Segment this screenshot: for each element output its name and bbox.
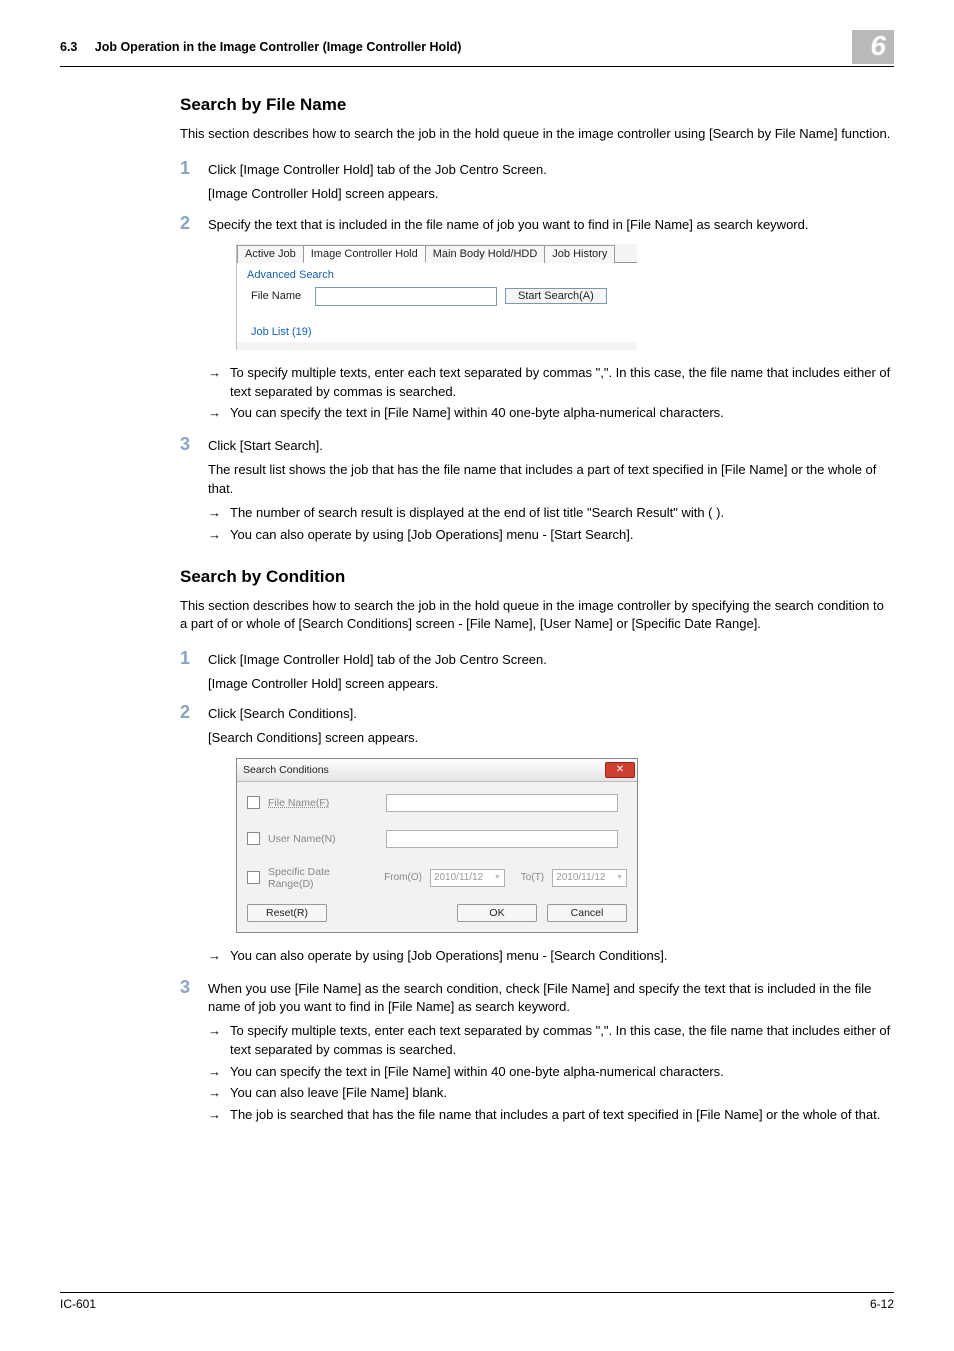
tab-active-job[interactable]: Active Job xyxy=(237,245,304,263)
step1-line: Click [Image Controller Hold] tab of the… xyxy=(208,161,894,179)
section-title: Job Operation in the Image Controller (I… xyxy=(95,40,462,54)
step-number-1: 1 xyxy=(180,159,208,203)
arrow-icon: → xyxy=(208,947,230,966)
reset-button[interactable]: Reset(R) xyxy=(247,904,327,922)
arrow-icon: → xyxy=(208,526,230,545)
step-number-1: 1 xyxy=(180,649,208,693)
arrow-icon: → xyxy=(208,1106,230,1125)
close-icon[interactable]: ✕ xyxy=(605,762,635,778)
step3-line: Click [Start Search]. xyxy=(208,437,894,455)
bullet-text: The number of search result is displayed… xyxy=(230,504,894,523)
step2-line: Specify the text that is included in the… xyxy=(208,216,894,234)
footer-left: IC-601 xyxy=(60,1297,96,1311)
arrow-icon: → xyxy=(208,1022,230,1060)
step2-sub: [Search Conditions] screen appears. xyxy=(208,729,894,747)
arrow-icon: → xyxy=(208,1084,230,1103)
user-name-label: User Name(N) xyxy=(268,833,378,845)
from-date-picker[interactable]: 2010/11/12▼ xyxy=(430,869,505,887)
heading-search-by-condition: Search by Condition xyxy=(180,567,894,587)
file-name-field[interactable] xyxy=(386,794,618,812)
user-name-checkbox[interactable] xyxy=(247,832,260,845)
to-label: To(T) xyxy=(521,872,544,883)
cancel-button[interactable]: Cancel xyxy=(547,904,627,922)
step2-line: Click [Search Conditions]. xyxy=(208,705,894,723)
tab-main-body-hold[interactable]: Main Body Hold/HDD xyxy=(425,245,546,263)
bullet-text: You can also operate by using [Job Opera… xyxy=(230,947,894,966)
advanced-search-screenshot: Active Job Image Controller Hold Main Bo… xyxy=(236,244,637,350)
arrow-icon: → xyxy=(208,404,230,423)
step-number-3: 3 xyxy=(180,435,208,498)
step3-line: When you use [File Name] as the search c… xyxy=(208,980,894,1016)
arrow-icon: → xyxy=(208,1063,230,1082)
footer-right: 6-12 xyxy=(870,1297,894,1311)
search-conditions-screenshot: Search Conditions ✕ File Name(F) User Na… xyxy=(236,758,638,933)
tab-job-history[interactable]: Job History xyxy=(544,245,615,263)
bullet-text: The job is searched that has the file na… xyxy=(230,1106,894,1125)
header-left: 6.3 Job Operation in the Image Controlle… xyxy=(60,40,461,54)
step-number-2: 2 xyxy=(180,703,208,747)
date-range-checkbox[interactable] xyxy=(247,871,260,884)
job-list-label: Job List (19) xyxy=(251,326,627,338)
step1-sub: [Image Controller Hold] screen appears. xyxy=(208,675,894,693)
bullet-text: To specify multiple texts, enter each te… xyxy=(230,1022,894,1060)
chapter-badge: 6 xyxy=(852,30,894,64)
bullet-text: To specify multiple texts, enter each te… xyxy=(230,364,894,402)
from-label: From(O) xyxy=(384,872,422,883)
chevron-down-icon: ▼ xyxy=(494,874,501,881)
heading-search-by-file-name: Search by File Name xyxy=(180,95,894,115)
label-file-name: File Name xyxy=(251,290,307,302)
section-number: 6.3 xyxy=(60,40,77,54)
file-name-checkbox[interactable] xyxy=(247,796,260,809)
step1-line: Click [Image Controller Hold] tab of the… xyxy=(208,651,894,669)
page-header: 6.3 Job Operation in the Image Controlle… xyxy=(60,40,894,67)
ok-button[interactable]: OK xyxy=(457,904,537,922)
bullet-text: You can specify the text in [File Name] … xyxy=(230,404,894,423)
chevron-down-icon: ▼ xyxy=(616,874,623,881)
to-date-picker[interactable]: 2010/11/12▼ xyxy=(552,869,627,887)
arrow-icon: → xyxy=(208,364,230,402)
dialog-title: Search Conditions xyxy=(243,764,329,776)
file-name-input[interactable] xyxy=(315,287,497,306)
step1-sub: [Image Controller Hold] screen appears. xyxy=(208,185,894,203)
intro-text: This section describes how to search the… xyxy=(180,125,894,143)
date-range-label: Specific Date Range(D) xyxy=(268,866,376,890)
step-number-3: 3 xyxy=(180,978,208,1016)
file-name-label: File Name(F) xyxy=(268,797,378,809)
bullet-text: You can specify the text in [File Name] … xyxy=(230,1063,894,1082)
arrow-icon: → xyxy=(208,504,230,523)
tab-image-controller-hold[interactable]: Image Controller Hold xyxy=(303,245,426,263)
step3-sub: The result list shows the job that has t… xyxy=(208,461,894,497)
group-advanced-search: Advanced Search xyxy=(247,269,627,281)
start-search-button[interactable]: Start Search(A) xyxy=(505,288,607,304)
page-footer: IC-601 6-12 xyxy=(60,1292,894,1311)
intro-text: This section describes how to search the… xyxy=(180,597,894,633)
step-number-2: 2 xyxy=(180,214,208,234)
bullet-text: You can also operate by using [Job Opera… xyxy=(230,526,894,545)
bullet-text: You can also leave [File Name] blank. xyxy=(230,1084,894,1103)
user-name-field[interactable] xyxy=(386,830,618,848)
